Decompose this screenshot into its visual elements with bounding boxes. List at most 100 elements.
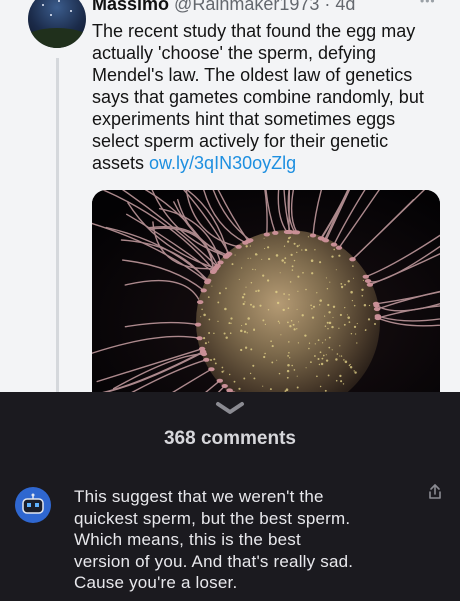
sperm-head bbox=[226, 251, 233, 256]
egg-speckle bbox=[270, 340, 272, 343]
tweet-text-line: says that gametes combine randomly, but bbox=[92, 87, 424, 107]
egg-speckle bbox=[242, 302, 245, 306]
egg-speckle bbox=[250, 257, 252, 259]
egg-speckle bbox=[214, 362, 217, 365]
egg-speckle bbox=[283, 245, 286, 247]
sperm-head bbox=[263, 232, 270, 237]
egg-speckle bbox=[307, 236, 309, 238]
tweet-card: Massimo @Rainmaker1973 · 4d ••• The rece… bbox=[0, 0, 460, 392]
egg-speckle bbox=[332, 316, 334, 318]
egg-speckle bbox=[362, 279, 364, 281]
egg-speckle bbox=[308, 342, 311, 344]
separator: · bbox=[319, 0, 336, 14]
egg-speckle bbox=[325, 359, 329, 362]
comment-line: version of you. And that's really sad. bbox=[74, 551, 354, 571]
egg-speckle bbox=[289, 281, 292, 283]
egg-speckle bbox=[317, 339, 320, 341]
egg-speckle bbox=[253, 377, 256, 380]
egg-speckle bbox=[263, 355, 266, 359]
egg-speckle bbox=[319, 304, 321, 306]
tweet-link[interactable]: ow.ly/3qIN30oyZlg bbox=[149, 153, 296, 173]
egg-speckle bbox=[325, 354, 327, 356]
egg-speckle bbox=[292, 323, 295, 326]
egg-speckle bbox=[354, 371, 357, 374]
egg-speckle bbox=[288, 341, 290, 343]
egg-speckle bbox=[276, 359, 278, 361]
egg-speckle bbox=[328, 311, 331, 314]
egg-speckle bbox=[245, 286, 247, 288]
egg-speckle bbox=[287, 237, 291, 240]
egg-speckle bbox=[221, 366, 224, 369]
share-icon[interactable] bbox=[427, 483, 443, 501]
egg-speckle bbox=[291, 269, 294, 271]
egg-speckle bbox=[203, 337, 206, 340]
author-handle[interactable]: @Rainmaker1973 bbox=[174, 0, 319, 14]
egg-speckle bbox=[321, 357, 324, 360]
egg-speckle bbox=[283, 261, 286, 264]
egg-speckle bbox=[238, 278, 240, 280]
egg-speckle bbox=[368, 304, 371, 307]
egg-speckle bbox=[328, 321, 332, 325]
sperm-head bbox=[200, 288, 207, 293]
thread-line bbox=[56, 58, 59, 392]
egg-speckle bbox=[297, 342, 300, 344]
egg-speckle bbox=[340, 285, 344, 289]
egg-speckle bbox=[319, 261, 322, 264]
egg-speckle bbox=[331, 325, 334, 329]
comment-line: quickest sperm, but the best sperm. bbox=[74, 508, 351, 528]
egg-speckle bbox=[280, 334, 282, 336]
egg-speckle bbox=[267, 309, 270, 311]
more-dots-icon[interactable]: ••• bbox=[420, 0, 436, 8]
sperm-head bbox=[208, 367, 215, 372]
egg-speckle bbox=[279, 272, 281, 274]
egg-speckle bbox=[351, 299, 354, 302]
egg-speckle bbox=[347, 280, 350, 283]
egg-speckle bbox=[210, 359, 212, 361]
egg-speckle bbox=[221, 370, 224, 373]
sperm-head bbox=[197, 300, 204, 305]
sperm-head bbox=[203, 357, 210, 362]
egg-speckle bbox=[218, 292, 221, 295]
sperm-head bbox=[245, 239, 252, 244]
egg-speckle bbox=[266, 279, 270, 282]
egg-speckle bbox=[275, 254, 279, 257]
egg-speckle bbox=[310, 361, 312, 363]
robot-avatar-icon[interactable] bbox=[15, 487, 51, 523]
egg-speckle bbox=[336, 353, 339, 355]
egg-speckle bbox=[288, 294, 290, 296]
egg-speckle bbox=[339, 345, 341, 347]
author-avatar[interactable] bbox=[28, 0, 86, 48]
comment-body: This suggest that we weren't the quickes… bbox=[74, 486, 414, 594]
egg-speckle bbox=[223, 332, 226, 335]
sperm-head bbox=[194, 322, 202, 327]
egg-speckle bbox=[374, 323, 376, 325]
egg-speckle bbox=[243, 330, 247, 333]
egg-speckle bbox=[277, 320, 280, 323]
egg-speckle bbox=[253, 328, 256, 331]
egg-speckle bbox=[217, 320, 219, 323]
egg-speckle bbox=[289, 357, 291, 359]
egg-speckle bbox=[228, 373, 231, 376]
egg-speckle bbox=[344, 360, 348, 364]
egg-speckle bbox=[302, 271, 304, 274]
egg-speckle bbox=[293, 369, 296, 371]
egg-speckle bbox=[238, 387, 241, 390]
egg-speckle bbox=[269, 388, 272, 391]
tweet-text-line: actually 'choose' the sperm, defying bbox=[92, 43, 377, 63]
egg-speckle bbox=[350, 290, 353, 294]
egg-speckle bbox=[296, 375, 298, 377]
egg-speckle bbox=[287, 240, 290, 243]
egg-speckle bbox=[250, 348, 253, 351]
author-name[interactable]: Massimo bbox=[92, 0, 169, 14]
egg-speckle bbox=[201, 308, 203, 311]
egg-speckle bbox=[317, 357, 320, 361]
egg-speckle bbox=[322, 354, 325, 357]
egg-speckle bbox=[287, 307, 290, 309]
egg-speckle bbox=[326, 321, 329, 324]
egg-and-sperm-image[interactable] bbox=[92, 190, 440, 392]
chevron-down-icon[interactable] bbox=[214, 400, 246, 416]
egg-speckle bbox=[301, 314, 304, 317]
egg-speckle bbox=[311, 272, 314, 275]
egg-speckle bbox=[289, 325, 292, 328]
egg-speckle bbox=[291, 364, 293, 367]
